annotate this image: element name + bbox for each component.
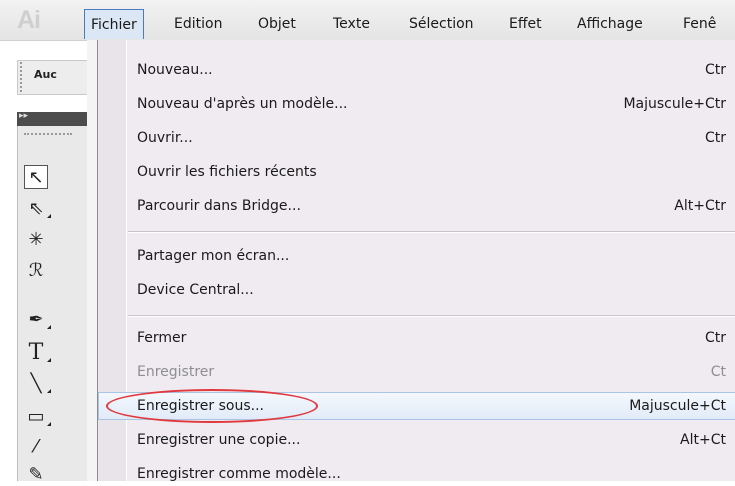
tools-panel-grip[interactable] — [24, 133, 72, 138]
menu-item-shortcut: Majuscule+Ct — [629, 398, 726, 414]
menu-bar: Ai Fichier Edition Objet Texte Sélection… — [0, 0, 735, 41]
menu-objet[interactable]: Objet — [258, 13, 296, 35]
menu-separator — [128, 231, 735, 233]
lasso-icon: ℛ — [28, 259, 44, 281]
type-icon: T — [28, 339, 44, 365]
paintbrush-icon: ⁄ — [34, 435, 38, 457]
pencil-tool[interactable]: ✎ — [24, 462, 48, 486]
menu-item-label: Enregistrer une copie... — [137, 432, 301, 448]
menu-affichage[interactable]: Affichage — [577, 13, 643, 35]
menu-item-label: Device Central... — [137, 282, 254, 298]
illustrator-logo: Ai — [17, 6, 41, 34]
tool-flyout-icon — [47, 422, 51, 426]
menu-item-ouvrir-recents[interactable]: Ouvrir les fichiers récents — [98, 158, 735, 186]
paintbrush-tool[interactable]: ⁄ — [24, 434, 48, 458]
menu-item-enregistrer-copie[interactable]: Enregistrer une copie... Alt+Ct — [98, 426, 735, 454]
menu-item-shortcut: Ct — [710, 364, 726, 380]
menu-item-nouveau-modele[interactable]: Nouveau d'après un modèle... Majuscule+C… — [98, 90, 735, 118]
menu-item-shortcut: Ctr — [704, 62, 726, 78]
tool-flyout-icon — [47, 358, 51, 362]
magic-wand-tool[interactable]: ✳ — [24, 227, 48, 251]
menu-item-fermer[interactable]: Fermer Ctr — [98, 324, 735, 352]
menu-effet[interactable]: Effet — [509, 13, 542, 35]
menu-item-shortcut: Ctr — [704, 330, 726, 346]
fichier-dropdown-menu: Nouveau... Ctr Nouveau d'après un modèle… — [97, 40, 735, 481]
control-bar-label: Auc — [34, 68, 57, 81]
menu-fichier[interactable]: Fichier — [84, 9, 144, 39]
expand-panel-icon[interactable]: ▸▸ — [19, 111, 28, 121]
menu-item-enregistrer: Enregistrer Ct — [98, 358, 735, 386]
selection-arrow-icon: ↖ — [28, 166, 44, 188]
menu-item-enregistrer-sous[interactable]: Enregistrer sous... Majuscule+Ct — [98, 389, 735, 423]
menu-item-label: Nouveau d'après un modèle... — [137, 96, 348, 112]
lasso-tool[interactable]: ℛ — [24, 258, 48, 282]
line-segment-icon: ╲ — [30, 372, 42, 394]
menu-item-label: Ouvrir les fichiers récents — [137, 164, 317, 180]
magic-wand-icon: ✳ — [28, 228, 44, 250]
direct-selection-tool[interactable]: ⇖ — [24, 196, 51, 220]
menu-item-label: Nouveau... — [137, 62, 213, 78]
menu-item-label: Enregistrer sous... — [137, 398, 264, 414]
selection-tool[interactable]: ↖ — [24, 165, 48, 189]
menu-item-label: Fermer — [137, 330, 187, 346]
line-segment-tool[interactable]: ╲ — [24, 371, 51, 395]
menu-selection[interactable]: Sélection — [409, 13, 474, 35]
type-tool[interactable]: T — [24, 339, 51, 365]
menu-item-label: Partager mon écran... — [137, 248, 290, 264]
menu-item-label: Parcourir dans Bridge... — [137, 198, 301, 214]
menu-item-ouvrir[interactable]: Ouvrir... Ctr — [98, 124, 735, 152]
control-bar-grip[interactable] — [20, 62, 25, 92]
tool-flyout-icon — [47, 325, 51, 329]
menu-edition[interactable]: Edition — [174, 13, 222, 35]
direct-selection-icon: ⇖ — [28, 197, 44, 219]
menu-item-nouveau[interactable]: Nouveau... Ctr — [98, 56, 735, 84]
menu-item-shortcut: Alt+Ctr — [674, 198, 726, 214]
menu-item-shortcut: Alt+Ct — [680, 432, 726, 448]
menu-item-partager-ecran[interactable]: Partager mon écran... — [98, 242, 735, 270]
menu-item-shortcut: Ctr — [704, 130, 726, 146]
menu-item-label: Enregistrer comme modèle... — [137, 466, 341, 481]
menu-texte[interactable]: Texte — [333, 13, 370, 35]
menu-item-shortcut: Majuscule+Ctr — [623, 96, 726, 112]
pen-icon: ✒ — [28, 308, 44, 330]
panel-gap — [87, 40, 97, 481]
rectangle-icon: ▭ — [27, 405, 45, 427]
menu-fenetre[interactable]: Fenê — [683, 13, 716, 35]
rectangle-tool[interactable]: ▭ — [24, 404, 51, 428]
menu-item-label: Enregistrer — [137, 364, 215, 380]
pen-tool[interactable]: ✒ — [24, 307, 51, 331]
tool-flyout-icon — [47, 214, 51, 218]
menu-item-parcourir-bridge[interactable]: Parcourir dans Bridge... Alt+Ctr — [98, 192, 735, 220]
pencil-icon: ✎ — [28, 463, 44, 485]
menu-item-enregistrer-modele[interactable]: Enregistrer comme modèle... — [98, 460, 735, 481]
tool-flyout-icon — [47, 389, 51, 393]
menu-separator — [128, 315, 735, 317]
menu-item-device-central[interactable]: Device Central... — [98, 276, 735, 304]
menu-item-label: Ouvrir... — [137, 130, 193, 146]
